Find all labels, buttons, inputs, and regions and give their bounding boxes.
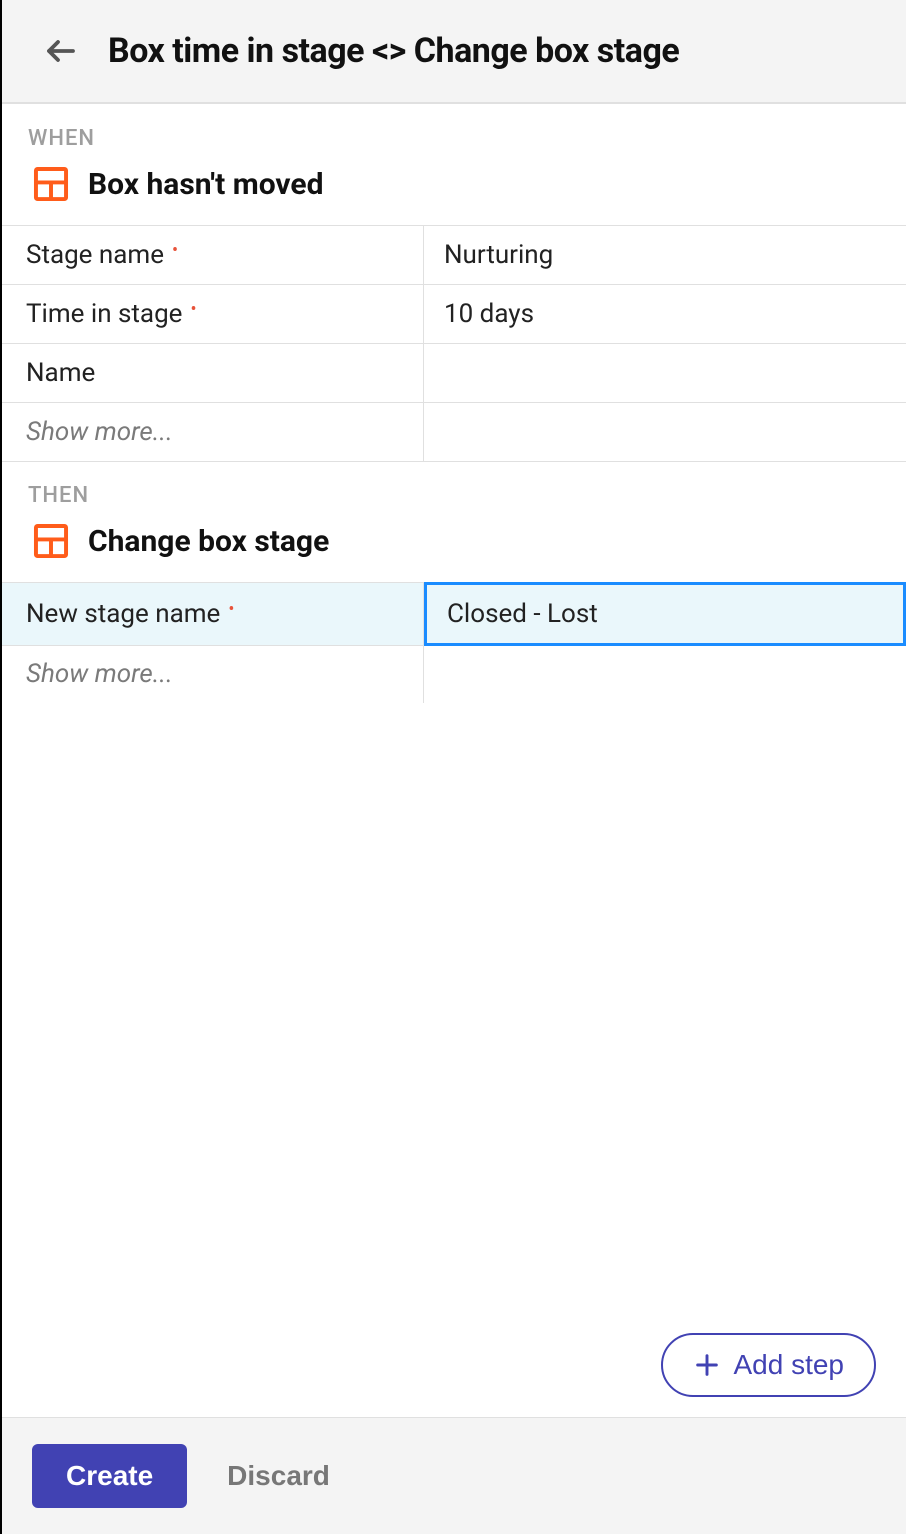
when-title: Box hasn't moved <box>88 167 324 202</box>
then-section: THEN Change box stage New stage name • C… <box>2 461 906 703</box>
when-show-more-row[interactable]: Show more... <box>2 402 906 462</box>
then-title: Change box stage <box>88 524 329 559</box>
box-icon <box>32 522 70 560</box>
when-header[interactable]: Box hasn't moved <box>2 159 906 225</box>
field-value[interactable]: Closed - Lost <box>424 582 906 646</box>
field-new-stage-name[interactable]: New stage name • Closed - Lost <box>2 582 906 646</box>
box-icon <box>32 165 70 203</box>
header: Box time in stage <> Change box stage <box>2 0 906 104</box>
page-title: Box time in stage <> Change box stage <box>108 31 679 71</box>
when-section-label: WHEN <box>2 104 906 159</box>
field-label: Name <box>26 358 95 388</box>
then-section-label: THEN <box>2 461 906 516</box>
footer: Create Discard <box>2 1417 906 1534</box>
show-more-link[interactable]: Show more... <box>2 403 424 461</box>
plus-icon <box>693 1351 721 1379</box>
field-value[interactable]: Nurturing <box>424 226 906 284</box>
show-more-link[interactable]: Show more... <box>2 645 424 703</box>
content-area: WHEN Box hasn't moved Stage name • Nurtu… <box>2 104 906 1417</box>
required-indicator-icon: • <box>190 301 196 319</box>
then-show-more-row[interactable]: Show more... <box>2 645 906 703</box>
field-value[interactable] <box>424 344 906 402</box>
field-name[interactable]: Name <box>2 343 906 403</box>
field-label: New stage name <box>26 599 220 629</box>
create-button[interactable]: Create <box>32 1444 187 1508</box>
field-time-in-stage[interactable]: Time in stage • 10 days <box>2 284 906 344</box>
when-section: WHEN Box hasn't moved Stage name • Nurtu… <box>2 104 906 462</box>
field-label: Time in stage <box>26 299 182 329</box>
add-step-label: Add step <box>733 1349 844 1381</box>
required-indicator-icon: • <box>172 242 178 260</box>
field-value[interactable]: 10 days <box>424 285 906 343</box>
field-label: Stage name <box>26 240 164 270</box>
field-stage-name[interactable]: Stage name • Nurturing <box>2 225 906 285</box>
add-step-button[interactable]: Add step <box>661 1333 876 1397</box>
required-indicator-icon: • <box>228 601 234 619</box>
discard-button[interactable]: Discard <box>227 1460 330 1492</box>
arrow-left-icon <box>43 33 79 69</box>
then-header[interactable]: Change box stage <box>2 516 906 582</box>
back-button[interactable] <box>38 28 84 74</box>
